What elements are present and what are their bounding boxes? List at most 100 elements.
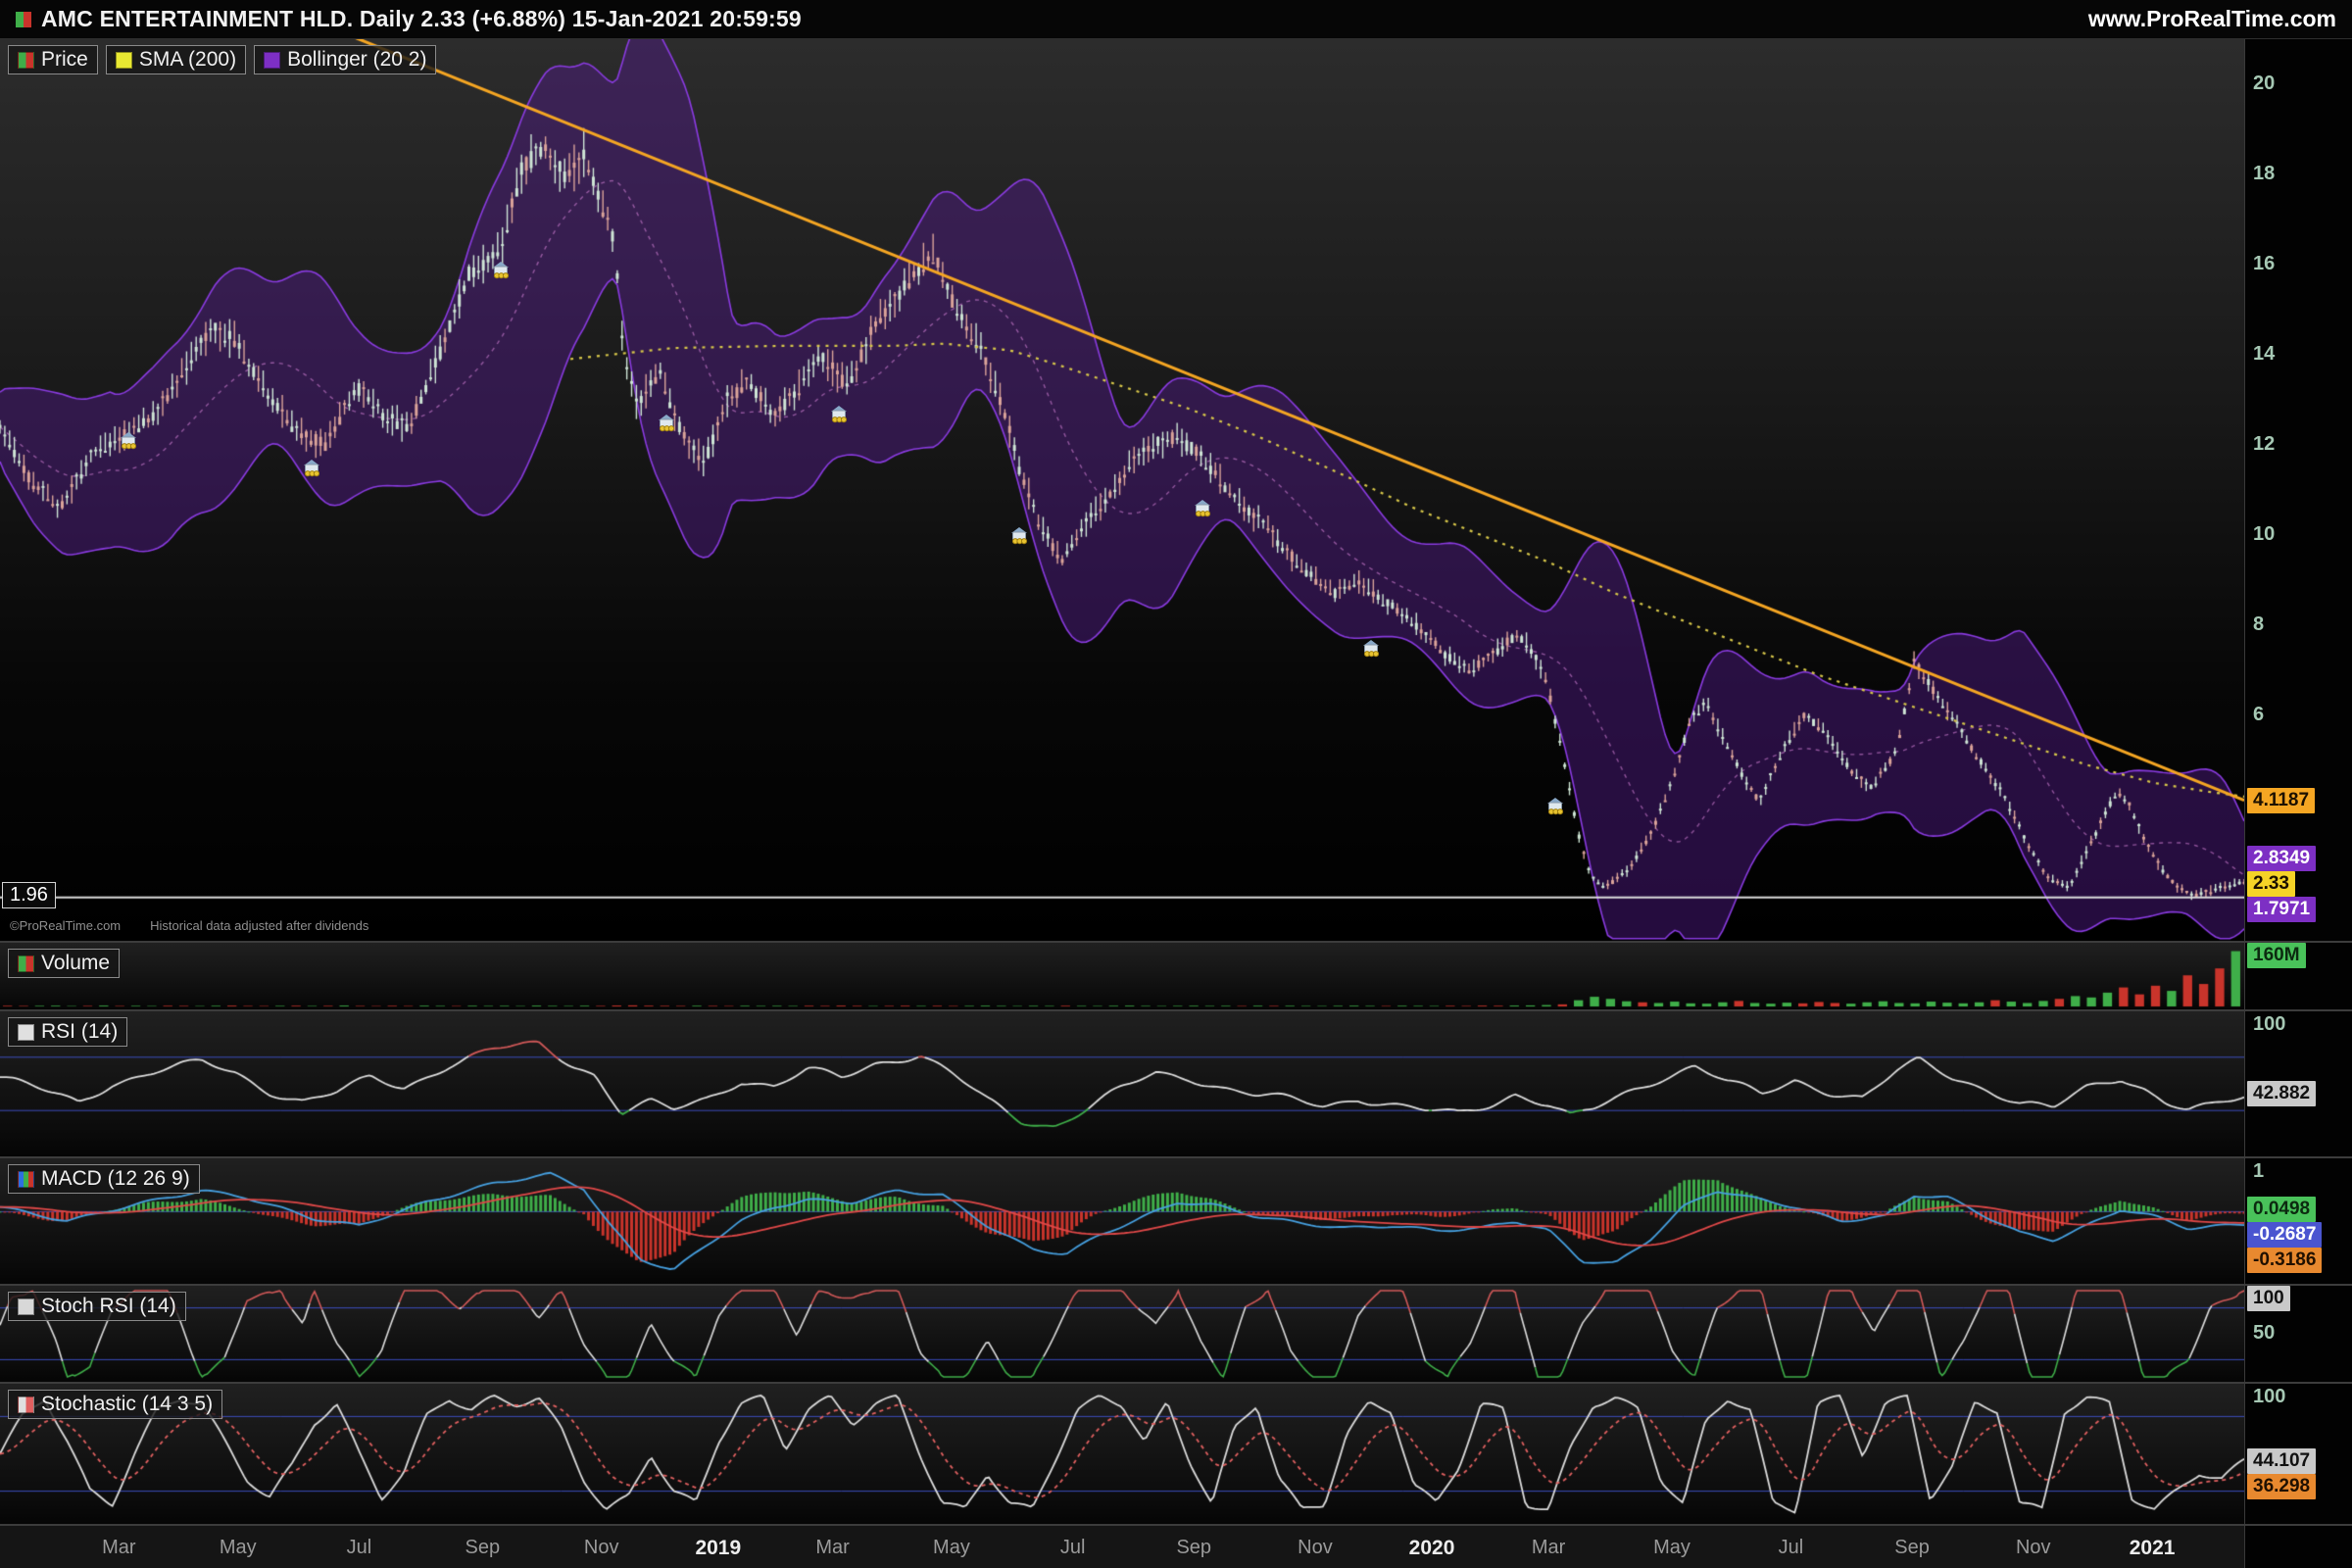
dividend-icon[interactable] [119, 432, 138, 450]
axis-tick: 12 [2253, 433, 2275, 456]
sma-icon [116, 52, 132, 69]
rsi-plot[interactable]: RSI (14) [0, 1011, 2244, 1156]
legend-label: SMA (200) [139, 48, 236, 72]
macd-lines-icon [18, 1171, 34, 1188]
price-panel: Price SMA (200) Bollinger (20 2) 1.96 ©P… [0, 39, 2352, 941]
chart-header: AMC ENTERTAINMENT HLD. Daily 2.33 (+6.88… [0, 0, 2352, 39]
time-axis-month-label: Jul [1060, 1537, 1086, 1559]
stochrsi-legend: Stoch RSI (14) [8, 1292, 186, 1321]
time-axis-month-label: Jul [1779, 1537, 1804, 1559]
macd-chart-canvas[interactable] [0, 1158, 2244, 1284]
support-price-label: 1.96 [2, 882, 56, 908]
legend-label: RSI (14) [41, 1020, 118, 1044]
time-axis-panel: MarMayJulSepNov2019MarMayJulSepNov2020Ma… [0, 1524, 2352, 1568]
instrument-info: AMC ENTERTAINMENT HLD. Daily 2.33 (+6.88… [16, 6, 802, 32]
legend-item-macd[interactable]: MACD (12 26 9) [8, 1164, 200, 1194]
axis-value-label: 44.107 [2247, 1448, 2316, 1474]
axis-value-label: -0.3186 [2247, 1248, 2322, 1273]
dividend-adjustment-note: Historical data adjusted after dividends [150, 918, 368, 933]
dividend-icon[interactable] [657, 415, 676, 432]
rsi-legend: RSI (14) [8, 1017, 127, 1047]
dividend-icon[interactable] [1545, 798, 1565, 815]
price-axis[interactable]: 201816141210864.11872.83492.331.7971 [2244, 39, 2352, 941]
axis-value-label: 160M [2247, 943, 2306, 968]
axis-tick: 8 [2253, 613, 2264, 636]
legend-label: Bollinger (20 2) [287, 48, 426, 72]
copyright-note: ©ProRealTime.com Historical data adjuste… [10, 918, 368, 933]
macd-legend: MACD (12 26 9) [8, 1164, 200, 1194]
volume-plot[interactable]: Volume [0, 943, 2244, 1009]
time-axis-month-label: Sep [466, 1537, 501, 1559]
legend-item-volume[interactable]: Volume [8, 949, 120, 978]
rsi-chart-canvas[interactable] [0, 1011, 2244, 1156]
volume-axis[interactable]: 160M [2244, 943, 2352, 1009]
time-axis-year-label: 2019 [695, 1537, 741, 1560]
stochrsi-plot[interactable]: Stoch RSI (14) [0, 1286, 2244, 1382]
dividend-icon[interactable] [1009, 527, 1029, 545]
price-plot[interactable]: Price SMA (200) Bollinger (20 2) 1.96 ©P… [0, 39, 2244, 941]
volume-legend: Volume [8, 949, 120, 978]
macd-plot[interactable]: MACD (12 26 9) [0, 1158, 2244, 1284]
axis-value-label: 2.33 [2247, 871, 2295, 897]
axis-tick: 20 [2253, 73, 2275, 95]
time-axis-year-label: 2021 [2130, 1537, 2176, 1560]
stochastic-plot[interactable]: Stochastic (14 3 5) [0, 1384, 2244, 1524]
axis-value-label: 36.298 [2247, 1474, 2316, 1499]
axis-value-label: 100 [2247, 1286, 2290, 1311]
stochastic-legend: Stochastic (14 3 5) [8, 1390, 222, 1419]
prorealtime-site-label[interactable]: www.ProRealTime.com [2088, 6, 2336, 32]
time-axis-month-label: Nov [584, 1537, 619, 1559]
instrument-icon [16, 12, 31, 27]
chart-area: Price SMA (200) Bollinger (20 2) 1.96 ©P… [0, 39, 2352, 1568]
stochrsi-line-icon [18, 1298, 34, 1315]
dividend-icon[interactable] [491, 262, 511, 279]
axis-tick: 100 [2253, 1386, 2285, 1408]
axis-tick: 16 [2253, 253, 2275, 275]
axis-tick: 6 [2253, 704, 2264, 726]
axis-value-label: 2.8349 [2247, 846, 2316, 871]
volume-chart-canvas[interactable] [0, 943, 2244, 1009]
axis-value-label: 0.0498 [2247, 1197, 2316, 1222]
legend-item-bollinger[interactable]: Bollinger (20 2) [254, 45, 436, 74]
time-axis-month-label: May [1653, 1537, 1690, 1559]
time-axis-month-label: May [220, 1537, 257, 1559]
stochrsi-axis[interactable]: 50100 [2244, 1286, 2352, 1382]
price-chart-canvas[interactable] [0, 39, 2244, 941]
legend-label: Stochastic (14 3 5) [41, 1393, 213, 1416]
macd-panel: MACD (12 26 9) 10.0498-0.2687-0.3186 [0, 1156, 2352, 1284]
stochastic-axis[interactable]: 100 44.10736.298 [2244, 1384, 2352, 1524]
stochrsi-chart-canvas[interactable] [0, 1286, 2244, 1382]
stochrsi-panel: Stoch RSI (14) 50100 [0, 1284, 2352, 1382]
chart-title: AMC ENTERTAINMENT HLD. Daily 2.33 (+6.88… [41, 6, 802, 32]
time-axis-month-label: Sep [1176, 1537, 1211, 1559]
time-axis-month-label: Nov [1298, 1537, 1333, 1559]
time-axis-year-label: 2020 [1409, 1537, 1455, 1560]
axis-value-label: 4.1187 [2247, 788, 2315, 813]
legend-item-price[interactable]: Price [8, 45, 98, 74]
legend-item-stochastic[interactable]: Stochastic (14 3 5) [8, 1390, 222, 1419]
legend-label: MACD (12 26 9) [41, 1167, 190, 1191]
dividend-icon[interactable] [1193, 500, 1212, 517]
copyright-text: ©ProRealTime.com [10, 918, 121, 933]
dividend-icon[interactable] [829, 406, 849, 423]
dividend-icon[interactable] [302, 460, 321, 477]
time-axis-month-label: May [933, 1537, 970, 1559]
time-axis-month-label: Jul [347, 1537, 372, 1559]
rsi-axis[interactable]: 100 42.882 [2244, 1011, 2352, 1156]
legend-item-rsi[interactable]: RSI (14) [8, 1017, 127, 1047]
stochastic-chart-canvas[interactable] [0, 1384, 2244, 1524]
legend-label: Price [41, 48, 88, 72]
time-axis-month-label: Sep [1894, 1537, 1930, 1559]
axis-value-label: -0.2687 [2247, 1222, 2322, 1248]
legend-item-stochrsi[interactable]: Stoch RSI (14) [8, 1292, 186, 1321]
stochastic-panel: Stochastic (14 3 5) 100 44.10736.298 [0, 1382, 2352, 1524]
rsi-panel: RSI (14) 100 42.882 [0, 1009, 2352, 1156]
axis-tick: 100 [2253, 1013, 2285, 1036]
axis-tick: 14 [2253, 343, 2275, 366]
legend-item-sma200[interactable]: SMA (200) [106, 45, 246, 74]
dividend-icon[interactable] [1361, 640, 1381, 658]
axis-value-label: 42.882 [2247, 1081, 2316, 1106]
time-axis-month-label: Mar [1532, 1537, 1565, 1559]
time-axis[interactable]: MarMayJulSepNov2019MarMayJulSepNov2020Ma… [0, 1526, 2244, 1568]
macd-axis[interactable]: 10.0498-0.2687-0.3186 [2244, 1158, 2352, 1284]
